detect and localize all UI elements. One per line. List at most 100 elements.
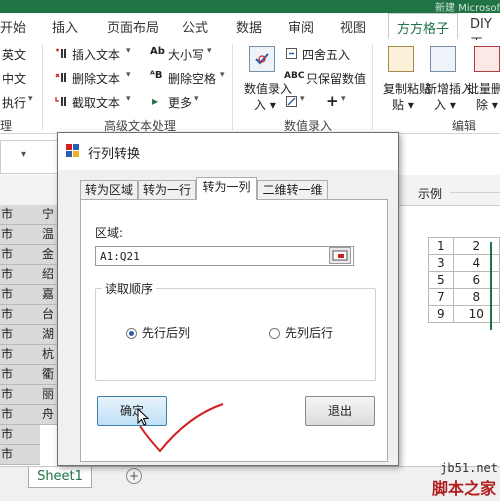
chevron-down-icon: ▾	[220, 70, 225, 80]
case-icon: Ab	[150, 46, 165, 57]
sample-label: 示例	[418, 187, 443, 201]
batch-delete-button[interactable]: 批量删除	[467, 80, 500, 97]
sheet-tab-bar: Sheet1 +	[0, 466, 500, 501]
batch-delete-icon	[474, 46, 500, 72]
check-mark-annotation	[139, 403, 224, 453]
table-cell[interactable]: 市	[0, 345, 40, 365]
tab-to-range[interactable]: 转为区域	[80, 180, 138, 199]
table-cell[interactable]: 市	[0, 265, 40, 285]
ribbon-tabs: 开始 插入 页面布局 公式 数据 审阅 视图 方方格子 DIY工	[0, 13, 500, 51]
ribbon-chinese[interactable]: 中文	[2, 70, 26, 87]
copy-paste-sub: 贴 ▾	[392, 98, 414, 112]
app-icon	[66, 144, 79, 157]
delete-text-button[interactable]: 删除文本	[72, 70, 120, 87]
tab-panel: 区域: A1:Q21 读取顺序 先行后列 先列后行 确定 退出	[80, 199, 388, 462]
more-button[interactable]: 更多	[168, 94, 192, 111]
tab-data[interactable]: 数据	[236, 17, 262, 36]
ribbon-english[interactable]: 英文	[2, 46, 26, 63]
tab-home[interactable]: 开始	[0, 17, 26, 36]
chevron-down-icon: ▾	[341, 94, 346, 104]
insert-text-button[interactable]: 插入文本	[72, 46, 120, 63]
range-picker-button[interactable]	[329, 247, 351, 264]
table-cell: 7	[428, 288, 454, 306]
case-button[interactable]: 大小写	[168, 46, 204, 63]
group-divider	[42, 44, 43, 130]
remove-space-icon: ᴬB	[150, 70, 163, 81]
dialog-title: 行列转换	[88, 147, 141, 162]
keep-number-button[interactable]: 只保留数值	[306, 70, 366, 87]
group-label-edit: 编辑	[452, 119, 477, 133]
chevron-down-icon: ▾	[300, 94, 305, 104]
window-title-bar: 新建 Microsof	[0, 0, 500, 14]
add-insert-sub: 入 ▾	[434, 98, 456, 112]
add-insert-button[interactable]: 新增插入	[425, 80, 473, 97]
number-entry-sub: 入 ▾	[254, 98, 276, 112]
delete-text-icon	[55, 73, 66, 82]
tab-2d-to-1d[interactable]: 二维转一维	[257, 180, 328, 199]
extract-text-icon	[55, 97, 66, 106]
table-cell: 9	[428, 305, 454, 323]
tab-view[interactable]: 视图	[340, 17, 366, 36]
range-label: 区域:	[95, 226, 124, 240]
batch-delete-sub: 除 ▾	[476, 98, 498, 112]
sample-divider	[450, 192, 500, 193]
chevron-down-icon: ▾	[21, 149, 27, 160]
table-cell[interactable]: 市	[0, 405, 40, 425]
exit-button[interactable]: 退出	[305, 396, 375, 426]
tab-fangfanggezi[interactable]: 方方格子	[388, 13, 459, 39]
chevron-down-icon: ▾	[126, 70, 131, 80]
extract-text-button[interactable]: 截取文本	[72, 94, 120, 111]
tab-formulas[interactable]: 公式	[182, 17, 208, 36]
plus-icon[interactable]: +	[326, 92, 339, 110]
number-entry-button[interactable]: 数值录入	[244, 80, 292, 97]
tab-to-row[interactable]: 转为一行	[138, 180, 196, 199]
add-sheet-button[interactable]: +	[126, 468, 142, 484]
group-divider	[232, 44, 233, 130]
watermark-name: 脚本之家	[431, 479, 496, 498]
table-cell: 1	[428, 237, 454, 255]
insert-text-icon	[56, 48, 66, 58]
radio-row-first-label[interactable]: 先行后列	[142, 324, 190, 341]
table-cell[interactable]: 市	[0, 325, 40, 345]
radio-column-first[interactable]	[269, 328, 280, 339]
tab-insert[interactable]: 插入	[52, 17, 78, 36]
table-cell[interactable]: 市	[0, 205, 40, 225]
round-icon	[286, 48, 297, 59]
mouse-cursor-icon	[137, 408, 150, 426]
table-cell[interactable]: 市	[0, 305, 40, 325]
arrow-down-icon	[490, 242, 492, 330]
table-cell[interactable]: 市	[0, 245, 40, 265]
table-cell[interactable]: 市	[0, 285, 40, 305]
chevron-down-icon: ▾	[126, 46, 131, 56]
read-order-legend: 读取顺序	[102, 280, 157, 297]
range-input[interactable]: A1:Q21	[95, 246, 354, 266]
tab-page-layout[interactable]: 页面布局	[107, 17, 159, 36]
sheet-tab-sheet1[interactable]: Sheet1	[28, 467, 92, 488]
pen-icon	[286, 96, 297, 107]
round-button[interactable]: 四舍五入	[302, 46, 350, 63]
add-insert-icon	[430, 46, 456, 72]
chevron-down-icon: ▾	[207, 46, 212, 56]
group-label-left: 理	[0, 119, 13, 133]
dialog-title-bar: 行列转换	[58, 133, 398, 170]
table-cell[interactable]: 市	[0, 385, 40, 405]
chevron-down-icon: ▾	[194, 94, 199, 104]
remove-space-button[interactable]: 删除空格	[168, 70, 216, 87]
table-cell[interactable]: 市	[0, 225, 40, 245]
radio-column-first-label[interactable]: 先列后行	[285, 324, 333, 341]
range-select-icon	[332, 250, 348, 261]
more-icon: ▸	[152, 94, 159, 108]
copy-paste-button[interactable]: 复制粘贴	[383, 80, 431, 97]
radio-row-first[interactable]	[126, 328, 137, 339]
tab-review[interactable]: 审阅	[288, 17, 314, 36]
table-cell[interactable]: 市	[0, 365, 40, 385]
chevron-down-icon: ▾	[126, 94, 131, 104]
ribbon-execute[interactable]: 执行	[2, 94, 26, 111]
tab-to-column[interactable]: 转为一列	[196, 177, 257, 200]
table-cell[interactable]: 市	[0, 425, 40, 445]
table-cell: 3	[428, 254, 454, 272]
group-divider	[372, 44, 373, 130]
window-title: 新建 Microsof	[435, 3, 500, 14]
name-box[interactable]: ▾	[0, 140, 60, 174]
table-cell[interactable]: 市	[0, 445, 40, 465]
